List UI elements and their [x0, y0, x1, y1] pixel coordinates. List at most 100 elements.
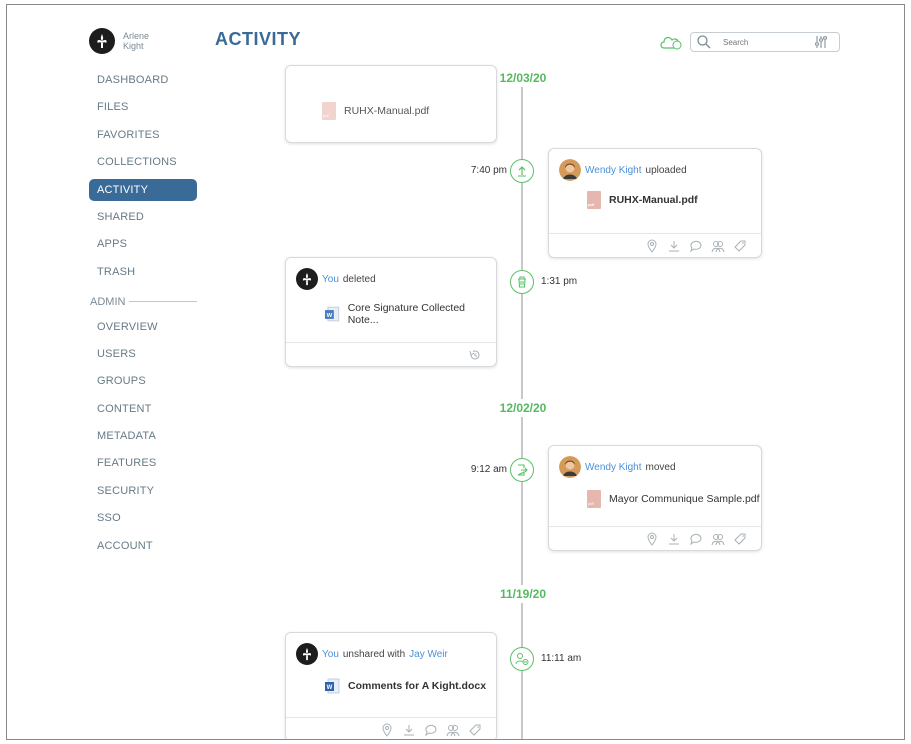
- event-time: 11:11 am: [541, 653, 582, 664]
- sidebar-item-overview[interactable]: OVERVIEW: [89, 316, 197, 343]
- comment-icon[interactable]: [424, 723, 438, 737]
- action-verb: deleted: [342, 273, 376, 285]
- page-title: ACTIVITY: [215, 29, 302, 49]
- activity-header: You unshared with Jay Weir: [296, 643, 448, 665]
- unshare-user-icon: [515, 653, 529, 665]
- timeline-node: [510, 458, 534, 482]
- sidebar-item-metadata[interactable]: METADATA: [89, 425, 197, 452]
- share-users-icon[interactable]: [711, 239, 725, 253]
- activity-file[interactable]: W Core Signature Collected Note...: [324, 302, 496, 326]
- user-profile[interactable]: Arlene Kight: [89, 28, 149, 54]
- activity-file[interactable]: Mayor Communique Sample.pdf: [587, 490, 760, 508]
- sidebar-item-collections[interactable]: COLLECTIONS: [89, 151, 197, 178]
- cloud-sync-button[interactable]: [658, 32, 686, 52]
- user-avatar-photo: [559, 159, 581, 181]
- card-actions: [549, 233, 761, 257]
- svg-text:W: W: [327, 313, 333, 319]
- sidebar-item-users[interactable]: USERS: [89, 343, 197, 370]
- search-bar[interactable]: [690, 32, 840, 52]
- download-icon[interactable]: [667, 239, 681, 253]
- actor-name[interactable]: You: [322, 649, 339, 660]
- file-name: RUHX-Manual.pdf: [609, 194, 698, 206]
- download-icon[interactable]: [402, 723, 416, 737]
- activity-file[interactable]: RUHX-Manual.pdf: [587, 191, 698, 209]
- activity-file[interactable]: W Comments for A Kight.docx: [324, 677, 486, 695]
- filter-sliders-icon[interactable]: [813, 34, 829, 50]
- timeline-node: [510, 647, 534, 671]
- upload-icon: [518, 166, 526, 177]
- tag-icon[interactable]: [733, 532, 747, 546]
- fleur-de-lis-icon: [97, 34, 107, 48]
- sidebar-item-security[interactable]: SECURITY: [89, 480, 197, 507]
- action-verb: unshared with: [342, 648, 406, 660]
- admin-section-header: ADMIN: [89, 288, 197, 315]
- share-users-icon[interactable]: [446, 723, 460, 737]
- sidebar-item-shared[interactable]: SHARED: [89, 206, 197, 233]
- timeline-node: [510, 159, 534, 183]
- sidebar-item-sso[interactable]: SSO: [89, 507, 197, 534]
- share-users-icon[interactable]: [711, 532, 725, 546]
- user-avatar: [296, 643, 318, 665]
- word-doc-icon: W: [324, 306, 340, 322]
- trash-icon: [518, 276, 526, 288]
- sidebar-item-content[interactable]: CONTENT: [89, 398, 197, 425]
- pdf-file-icon: [587, 191, 601, 209]
- app-frame: Arlene Kight DASHBOARD FILES FAVORITES C…: [6, 4, 905, 740]
- activity-card[interactable]: You unshared with Jay Weir W Comments fo…: [285, 632, 497, 739]
- comment-icon[interactable]: [689, 532, 703, 546]
- actor-name[interactable]: Wendy Kight: [585, 462, 642, 473]
- activity-header: You deleted: [296, 268, 376, 290]
- tag-icon[interactable]: [733, 239, 747, 253]
- activity-card[interactable]: RUHX-Manual.pdf: [285, 65, 497, 143]
- comment-icon[interactable]: [689, 239, 703, 253]
- event-time: 1:31 pm: [541, 276, 578, 287]
- file-name: Core Signature Collected Note...: [347, 302, 466, 326]
- user-avatar: [296, 268, 318, 290]
- sidebar-item-favorites[interactable]: FAVORITES: [89, 124, 197, 151]
- sidebar-nav: DASHBOARD FILES FAVORITES COLLECTIONS AC…: [89, 69, 197, 562]
- sidebar-item-activity[interactable]: ACTIVITY: [89, 178, 197, 201]
- action-verb: moved: [645, 461, 676, 473]
- action-verb: uploaded: [645, 164, 687, 176]
- search-input[interactable]: [723, 37, 803, 47]
- activity-header: Wendy Kight moved: [559, 456, 676, 478]
- svg-text:W: W: [327, 685, 333, 691]
- activity-file[interactable]: RUHX-Manual.pdf: [322, 102, 429, 120]
- location-pin-icon[interactable]: [645, 532, 659, 546]
- sidebar-item-groups[interactable]: GROUPS: [89, 370, 197, 397]
- restore-icon[interactable]: [468, 348, 482, 362]
- fleur-de-lis-icon: [302, 647, 312, 661]
- sidebar-item-account[interactable]: ACCOUNT: [89, 535, 197, 562]
- admin-label: ADMIN: [90, 295, 126, 308]
- activity-card[interactable]: Wendy Kight uploaded RUHX-Manual.pdf: [548, 148, 762, 258]
- timeline-node: [510, 270, 534, 294]
- fleur-de-lis-icon: [302, 272, 312, 286]
- location-pin-icon[interactable]: [380, 723, 394, 737]
- sidebar-item-files[interactable]: FILES: [89, 96, 197, 123]
- actor-name[interactable]: Wendy Kight: [585, 165, 642, 176]
- date-header: 11/19/20: [483, 585, 563, 603]
- card-actions: [286, 717, 496, 739]
- pdf-file-icon: [587, 490, 601, 508]
- activity-card[interactable]: Wendy Kight moved Mayor Communique Sampl…: [548, 445, 762, 551]
- activity-card[interactable]: You deleted W Core Signature Collected N…: [285, 257, 497, 367]
- target-user-name[interactable]: Jay Weir: [409, 649, 448, 660]
- file-name: Mayor Communique Sample.pdf: [609, 493, 760, 505]
- word-doc-icon: W: [325, 678, 340, 694]
- tag-icon[interactable]: [468, 723, 482, 737]
- admin-divider: [129, 301, 197, 303]
- sidebar-item-features[interactable]: FEATURES: [89, 452, 197, 479]
- cloud-icon: [660, 36, 682, 50]
- download-icon[interactable]: [667, 532, 681, 546]
- user-last-name: Kight: [123, 41, 144, 51]
- user-name: Arlene Kight: [123, 31, 149, 51]
- actor-name[interactable]: You: [322, 274, 339, 285]
- date-header: 12/02/20: [483, 399, 563, 417]
- location-pin-icon[interactable]: [645, 239, 659, 253]
- file-name: Comments for A Kight.docx: [348, 680, 487, 692]
- search-icon: [697, 35, 711, 49]
- sidebar-item-apps[interactable]: APPS: [89, 233, 197, 260]
- sidebar-item-dashboard[interactable]: DASHBOARD: [89, 69, 197, 96]
- sidebar-item-trash[interactable]: TRASH: [89, 261, 197, 288]
- avatar: [89, 28, 115, 54]
